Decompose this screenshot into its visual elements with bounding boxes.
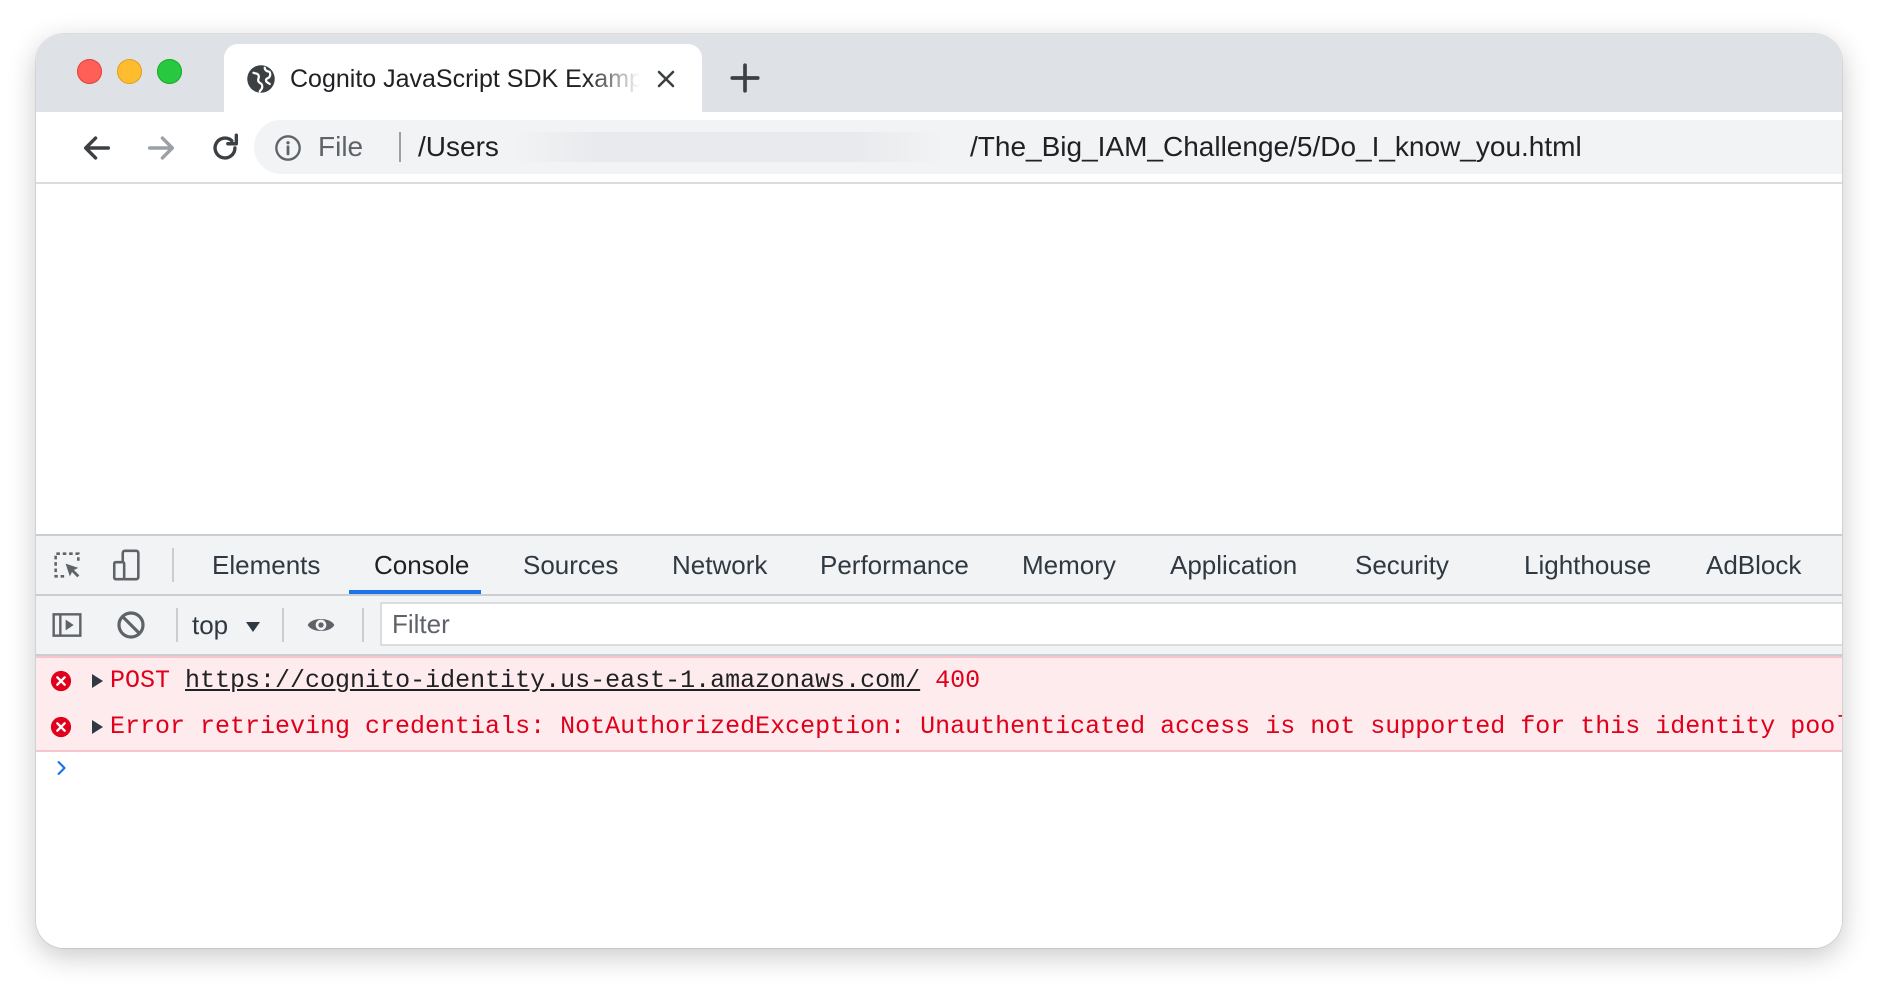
url-path-suffix: /The_Big_IAM_Challenge/5/Do_I_know_you.h… (970, 131, 1582, 162)
tab-lighthouse[interactable]: Lighthouse (1524, 550, 1651, 580)
expand-triangle-icon[interactable] (92, 674, 103, 688)
inspect-element-icon[interactable] (50, 548, 84, 582)
tab-elements[interactable]: Elements (212, 550, 320, 580)
title-bar: Cognito JavaScript SDK Example (36, 34, 1842, 112)
eye-icon[interactable] (304, 609, 338, 641)
console-toolbar: top (36, 596, 1842, 656)
devtools-panel: Elements Console Sources Network Perform… (36, 534, 1842, 948)
redacted-path (512, 132, 942, 162)
toolbar-divider (172, 548, 174, 582)
tab-application[interactable]: Application (1170, 550, 1297, 580)
address-bar[interactable]: File /Users /The_Big_IAM_Challenge/5/Do_… (254, 120, 1842, 174)
request-url-link[interactable]: https://cognito-identity.us-east-1.amazo… (185, 666, 920, 695)
request-method: POST (110, 666, 171, 695)
omnibox-divider (399, 132, 401, 162)
device-toolbar-icon[interactable] (110, 548, 144, 582)
message-text: Error retrieving credentials: NotAuthori… (110, 712, 1842, 741)
browser-tab[interactable]: Cognito JavaScript SDK Example (224, 44, 702, 112)
tab-security[interactable]: Security (1355, 550, 1449, 580)
page-content (36, 184, 1842, 534)
close-window-button[interactable] (77, 59, 102, 84)
error-icon (50, 716, 72, 738)
expand-triangle-icon[interactable] (92, 720, 103, 734)
browser-toolbar: File /Users /The_Big_IAM_Challenge/5/Do_… (36, 112, 1842, 184)
status-code: 400 (935, 666, 981, 695)
filter-input[interactable] (380, 602, 1842, 646)
forward-arrow-icon[interactable] (144, 131, 178, 165)
console-message[interactable]: Error retrieving credentials: NotAuthori… (36, 704, 1842, 752)
minimize-window-button[interactable] (117, 59, 142, 84)
tab-sources[interactable]: Sources (523, 550, 618, 580)
active-tab-indicator (349, 590, 481, 594)
tab-memory[interactable]: Memory (1022, 550, 1116, 580)
context-selector[interactable]: top (192, 610, 228, 640)
console-message[interactable]: POST https://cognito-identity.us-east-1.… (36, 656, 1842, 706)
sidebar-toggle-icon[interactable] (50, 609, 84, 641)
plus-icon[interactable] (728, 61, 762, 95)
back-arrow-icon[interactable] (80, 131, 114, 165)
reload-icon[interactable] (208, 131, 242, 165)
info-icon[interactable] (274, 134, 302, 162)
tab-adblock[interactable]: AdBlock (1706, 550, 1801, 580)
tab-title: Cognito JavaScript SDK Example (290, 65, 640, 93)
prompt-chevron-icon[interactable] (52, 758, 72, 778)
close-icon[interactable] (654, 67, 678, 91)
clear-console-icon[interactable] (114, 609, 148, 641)
browser-window: Cognito JavaScript SDK Example File /Use… (36, 34, 1842, 948)
url-path-prefix: /Users (418, 131, 499, 162)
error-icon (50, 670, 72, 692)
chevron-down-icon[interactable] (246, 622, 260, 632)
toolbar-divider (176, 608, 178, 642)
message-text: POST https://cognito-identity.us-east-1.… (110, 658, 980, 704)
globe-icon (247, 65, 275, 93)
tab-console[interactable]: Console (374, 550, 469, 580)
tab-network[interactable]: Network (672, 550, 767, 580)
devtools-tab-bar: Elements Console Sources Network Perform… (36, 536, 1842, 596)
tab-performance[interactable]: Performance (820, 550, 969, 580)
zoom-window-button[interactable] (157, 59, 182, 84)
toolbar-divider (362, 608, 364, 642)
toolbar-divider (282, 608, 284, 642)
scheme-label: File (318, 131, 364, 162)
